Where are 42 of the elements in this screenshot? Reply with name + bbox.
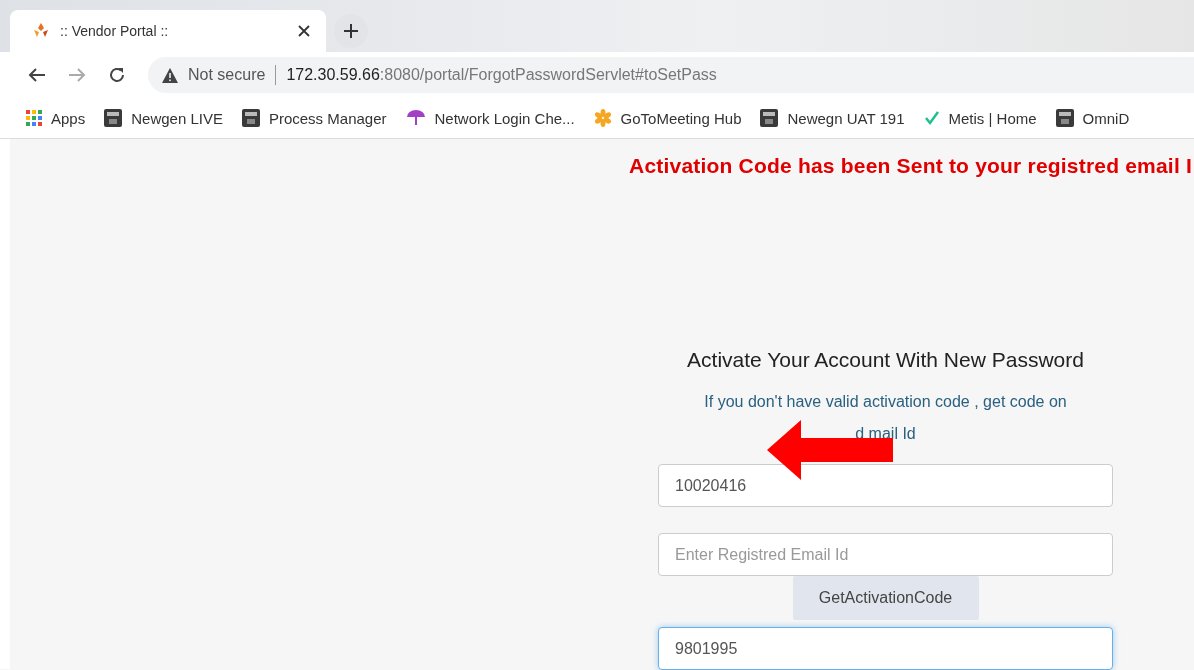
bookmark-label: GoToMeeting Hub	[620, 109, 742, 127]
umbrella-icon	[405, 109, 426, 127]
tab-title: :: Vendor Portal ::	[60, 23, 170, 39]
bookmark[interactable]: Newgen LIVE	[104, 109, 223, 127]
get-code-button[interactable]: GetActivationCode	[792, 576, 979, 620]
bookmark-label: Newgen LIVE	[131, 109, 223, 127]
activation-message: Activation Code has been Sent to your registred email I	[628, 153, 1193, 178]
warning-icon	[162, 67, 178, 83]
hint-text: If you don't have valid activation code , get code on	[704, 392, 1067, 412]
bookmark[interactable]: Network Login Che...	[405, 109, 575, 127]
check-icon	[923, 110, 940, 126]
url-text: 172.30.59.66:8080/portal/ForgotPasswordServlet#toSetPass	[286, 66, 717, 84]
bookmark-label: OmniD	[1082, 109, 1130, 127]
bookmark[interactable]: GoToMeeting Hub	[593, 109, 742, 127]
server-icon	[104, 109, 123, 127]
flower-icon	[593, 109, 612, 127]
bookmark-label: Network Login Che...	[434, 109, 575, 127]
reload-icon[interactable]	[108, 66, 126, 84]
server-icon	[760, 109, 779, 127]
apps-grid-icon	[26, 110, 42, 126]
form-heading: Activate Your Account With New Password	[687, 348, 1084, 372]
bookmark-label: Apps	[51, 109, 86, 127]
input-field[interactable]: 9801995	[658, 627, 1113, 670]
bookmark-label: Process Manager	[268, 109, 387, 127]
close-icon[interactable]	[298, 25, 310, 37]
address-bar[interactable]: Not secure 172.30.59.66:8080/portal/ForgotPasswordServlet#toSetPass	[148, 57, 1194, 93]
new-tab-button[interactable]	[334, 14, 368, 48]
bookmark-label: Metis | Home	[948, 109, 1037, 127]
bookmark[interactable]: Metis | Home	[923, 109, 1037, 127]
bookmark[interactable]: Process Manager	[241, 109, 387, 127]
server-icon	[1055, 109, 1074, 127]
plus-icon	[344, 24, 358, 38]
input-field[interactable]: Enter Registred Email Id	[658, 533, 1113, 576]
input-field[interactable]: 10020416	[658, 464, 1113, 507]
browser-tab[interactable]: :: Vendor Portal ::	[10, 10, 326, 52]
bookmark-label: Newegn UAT 191	[787, 109, 905, 127]
back-icon[interactable]	[28, 67, 46, 83]
bookmark[interactable]: OmniD	[1055, 109, 1130, 127]
bookmark[interactable]: Newegn UAT 191	[760, 109, 905, 127]
security-label: Not secure	[188, 66, 266, 84]
server-icon	[241, 109, 260, 127]
bookmark[interactable]: Apps	[26, 109, 86, 127]
